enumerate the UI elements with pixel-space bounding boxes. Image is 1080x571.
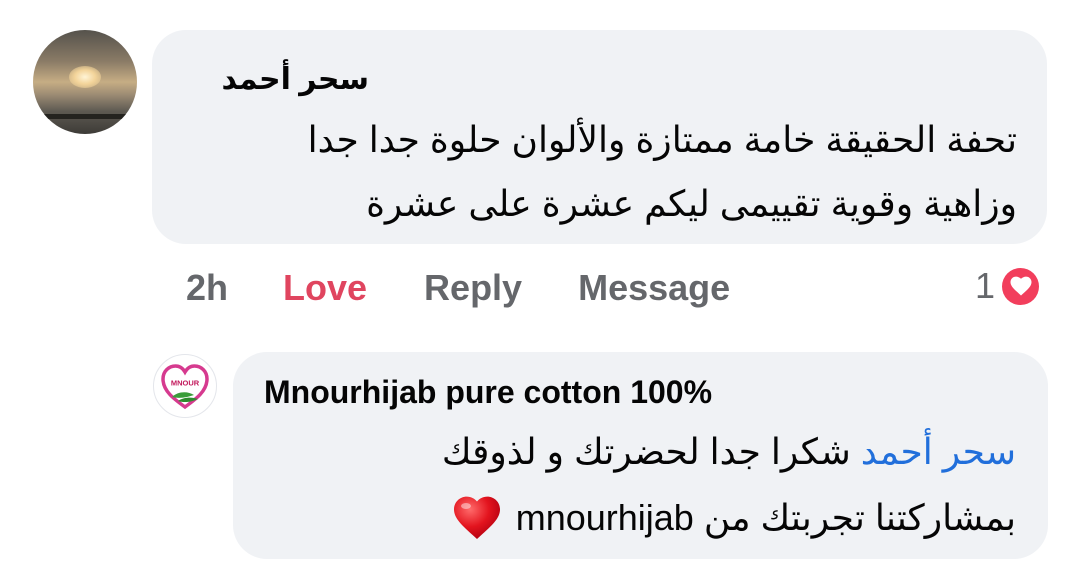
reaction-summary[interactable]: 1 [975, 264, 1043, 308]
sunset-sun-graphic [69, 66, 101, 88]
comment-text-line: وزاهية وقوية تقييمى ليكم عشرة على عشرة [366, 183, 1017, 224]
red-heart-emoji-icon [452, 495, 502, 541]
reply-button[interactable]: Reply [424, 267, 522, 309]
sunset-horizon-graphic [33, 114, 137, 119]
heart-icon [1002, 267, 1040, 305]
comment-thread: سحر أحمد تحفة الحقيقة خامة ممتازة والألو… [0, 0, 1080, 571]
commenter-avatar[interactable] [33, 30, 137, 134]
mnour-logo-icon: MNOUR [161, 364, 209, 410]
reply-text-line: بمشاركتنا تجربتك من mnourhijab [452, 490, 1016, 546]
reply-text-line: سحر أحمد شكرا جدا لحضرتك و لذوقك [442, 424, 1016, 480]
comment-timestamp[interactable]: 2h [186, 267, 228, 309]
comment-author-name[interactable]: سحر أحمد [222, 62, 369, 97]
reply-text: شكرا جدا لحضرتك و لذوقك [441, 431, 851, 472]
love-reaction-button[interactable]: Love [283, 267, 367, 309]
reply-text: بمشاركتنا تجربتك من mnourhijab [515, 497, 1016, 538]
comment-text: تحفة الحقيقة خامة ممتازة والألوان حلوة ج… [197, 108, 1017, 236]
mention-link[interactable]: سحر أحمد [861, 431, 1016, 472]
svg-text:MNOUR: MNOUR [171, 379, 200, 388]
comment-text-line: تحفة الحقيقة خامة ممتازة والألوان حلوة ج… [307, 119, 1017, 160]
comment-actions: 2h Love Reply Message [186, 266, 730, 310]
reply-author-name[interactable]: Mnourhijab pure cotton 100% [264, 374, 712, 411]
page-logo-avatar[interactable]: MNOUR [153, 354, 217, 418]
heart-reaction-badge [999, 264, 1043, 308]
reaction-count: 1 [975, 265, 996, 306]
message-button[interactable]: Message [578, 267, 730, 309]
